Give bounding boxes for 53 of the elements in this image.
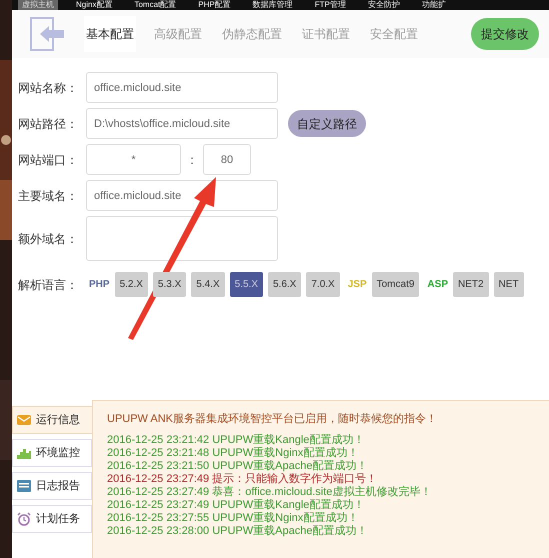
- side-tab[interactable]: 环境监控: [12, 439, 92, 467]
- side-tab[interactable]: 计划任务: [12, 505, 92, 533]
- site-path-field[interactable]: D:\vhosts\office.micloud.site: [86, 108, 278, 139]
- version-option[interactable]: 5.2.X: [114, 272, 148, 297]
- version-option[interactable]: 5.4.X: [191, 272, 225, 297]
- version-option[interactable]: 5.5.X: [230, 272, 263, 297]
- port-separator: :: [189, 152, 195, 168]
- version-option[interactable]: NET2: [452, 272, 489, 297]
- version-option[interactable]: Tomcat9: [372, 272, 420, 297]
- log-line: 2016-12-25 23:27:49 恭喜：office.micloud.site虚拟主机修改完毕！: [107, 486, 432, 498]
- language-label: PHP: [89, 278, 110, 292]
- log-line: 2016-12-25 23:27:49 UPUPW重载Kangle配置成功！: [107, 498, 366, 512]
- custom-path-button[interactable]: 自定义路径: [288, 110, 366, 137]
- version-option[interactable]: 5.3.X: [152, 272, 186, 297]
- log-line: 2016-12-25 23:28:00 UPUPW重载Apache配置成功！: [107, 524, 368, 538]
- field-label: 额外域名：: [18, 230, 79, 248]
- side-tab[interactable]: 日志报告: [12, 472, 92, 500]
- envelope-icon: [17, 414, 31, 426]
- settings-tab[interactable]: 基本配置: [84, 16, 136, 52]
- submit-button[interactable]: 提交修改: [471, 18, 539, 50]
- log-line: 2016-12-25 23:21:50 UPUPW重载Apache配置成功！: [107, 460, 368, 472]
- log-line: 2016-12-25 23:21:48 UPUPW重载Nginx配置成功！: [107, 446, 360, 460]
- site-name-field[interactable]: office.micloud.site: [86, 72, 278, 103]
- log-line: 2016-12-25 23:27:55 UPUPW重载Nginx配置成功！: [107, 512, 360, 524]
- menu-tab[interactable]: Nginx配置: [72, 0, 116, 10]
- version-option[interactable]: 7.0.X: [306, 272, 340, 297]
- field-label: 网站端口：: [18, 152, 79, 168]
- menu-tab[interactable]: Tomcat配置: [130, 0, 180, 10]
- field-label: 网站名称：: [18, 80, 79, 96]
- log-line: 2016-12-25 23:21:42 UPUPW重载Kangle配置成功！: [107, 434, 366, 446]
- field-label: 解析语言：: [18, 276, 79, 294]
- menu-tab[interactable]: 数据库管理: [248, 0, 297, 10]
- menu-tab[interactable]: 功能扩: [418, 0, 450, 10]
- log-heading: UPUPW ANK服务器集成环境智控平台已启用，随时恭候您的指令！: [107, 412, 438, 427]
- side-tab[interactable]: 运行信息: [12, 406, 92, 434]
- host-field[interactable]: *: [86, 144, 181, 175]
- bar-chart-icon: [17, 447, 31, 459]
- language-label: ASP: [427, 278, 448, 292]
- log-line: 2016-12-25 23:27:49 提示：只能输入数字作为端口号！: [107, 472, 378, 486]
- field-label: 网站路径：: [18, 116, 79, 132]
- menu-tab[interactable]: PHP配置: [194, 0, 235, 10]
- alarm-clock-icon: [17, 512, 31, 526]
- main-domain-field[interactable]: office.micloud.site: [86, 180, 278, 211]
- menu-tab[interactable]: 虚拟主机: [18, 0, 58, 10]
- version-option[interactable]: 5.6.X: [268, 272, 302, 297]
- extra-domains-field[interactable]: [86, 216, 278, 261]
- menu-tab[interactable]: FTP管理: [310, 0, 350, 10]
- document-icon: [17, 480, 31, 492]
- field-label: 主要域名：: [18, 188, 79, 204]
- port-field[interactable]: 80: [203, 144, 251, 175]
- version-option[interactable]: NET: [494, 272, 524, 297]
- language-label: JSP: [348, 278, 367, 292]
- menu-tab[interactable]: 安全防护: [364, 0, 404, 10]
